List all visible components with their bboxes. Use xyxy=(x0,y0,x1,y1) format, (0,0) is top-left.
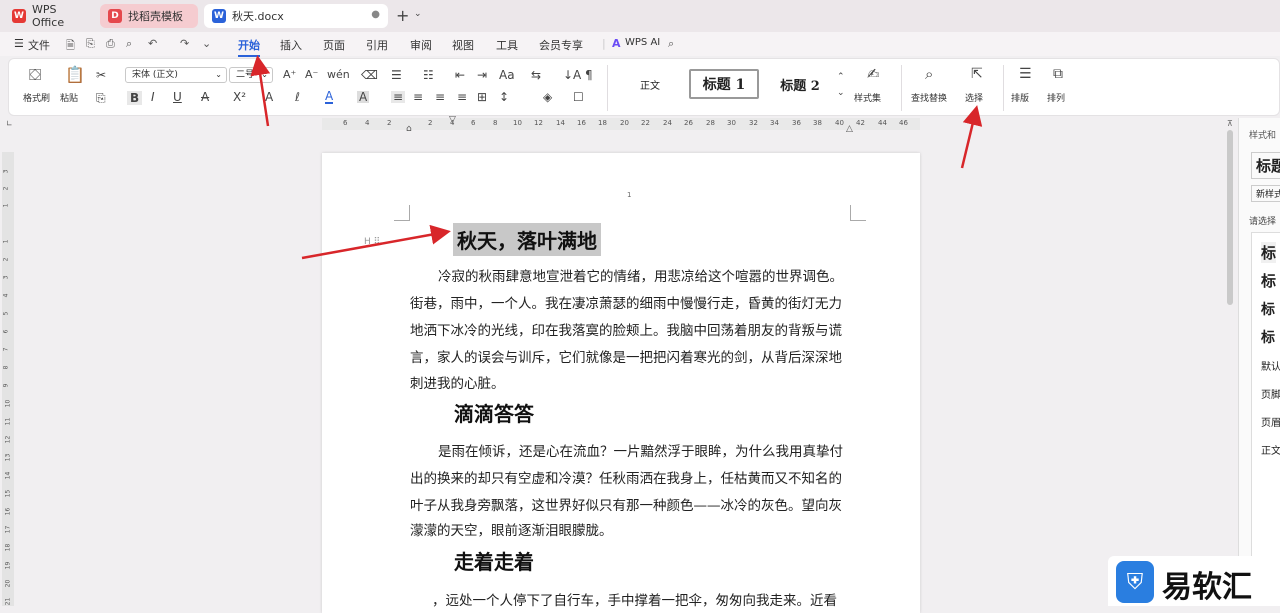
arrow-to-select-button xyxy=(960,105,983,169)
watermark-logo-icon: ⛨ xyxy=(1116,561,1154,603)
watermark-text: 易软汇 xyxy=(1162,570,1252,605)
watermark: ⛨ 易软汇 xyxy=(1108,556,1280,606)
arrow-to-home-tab xyxy=(250,55,271,127)
annotation-arrows xyxy=(250,55,983,260)
arrow-to-title xyxy=(301,224,451,260)
